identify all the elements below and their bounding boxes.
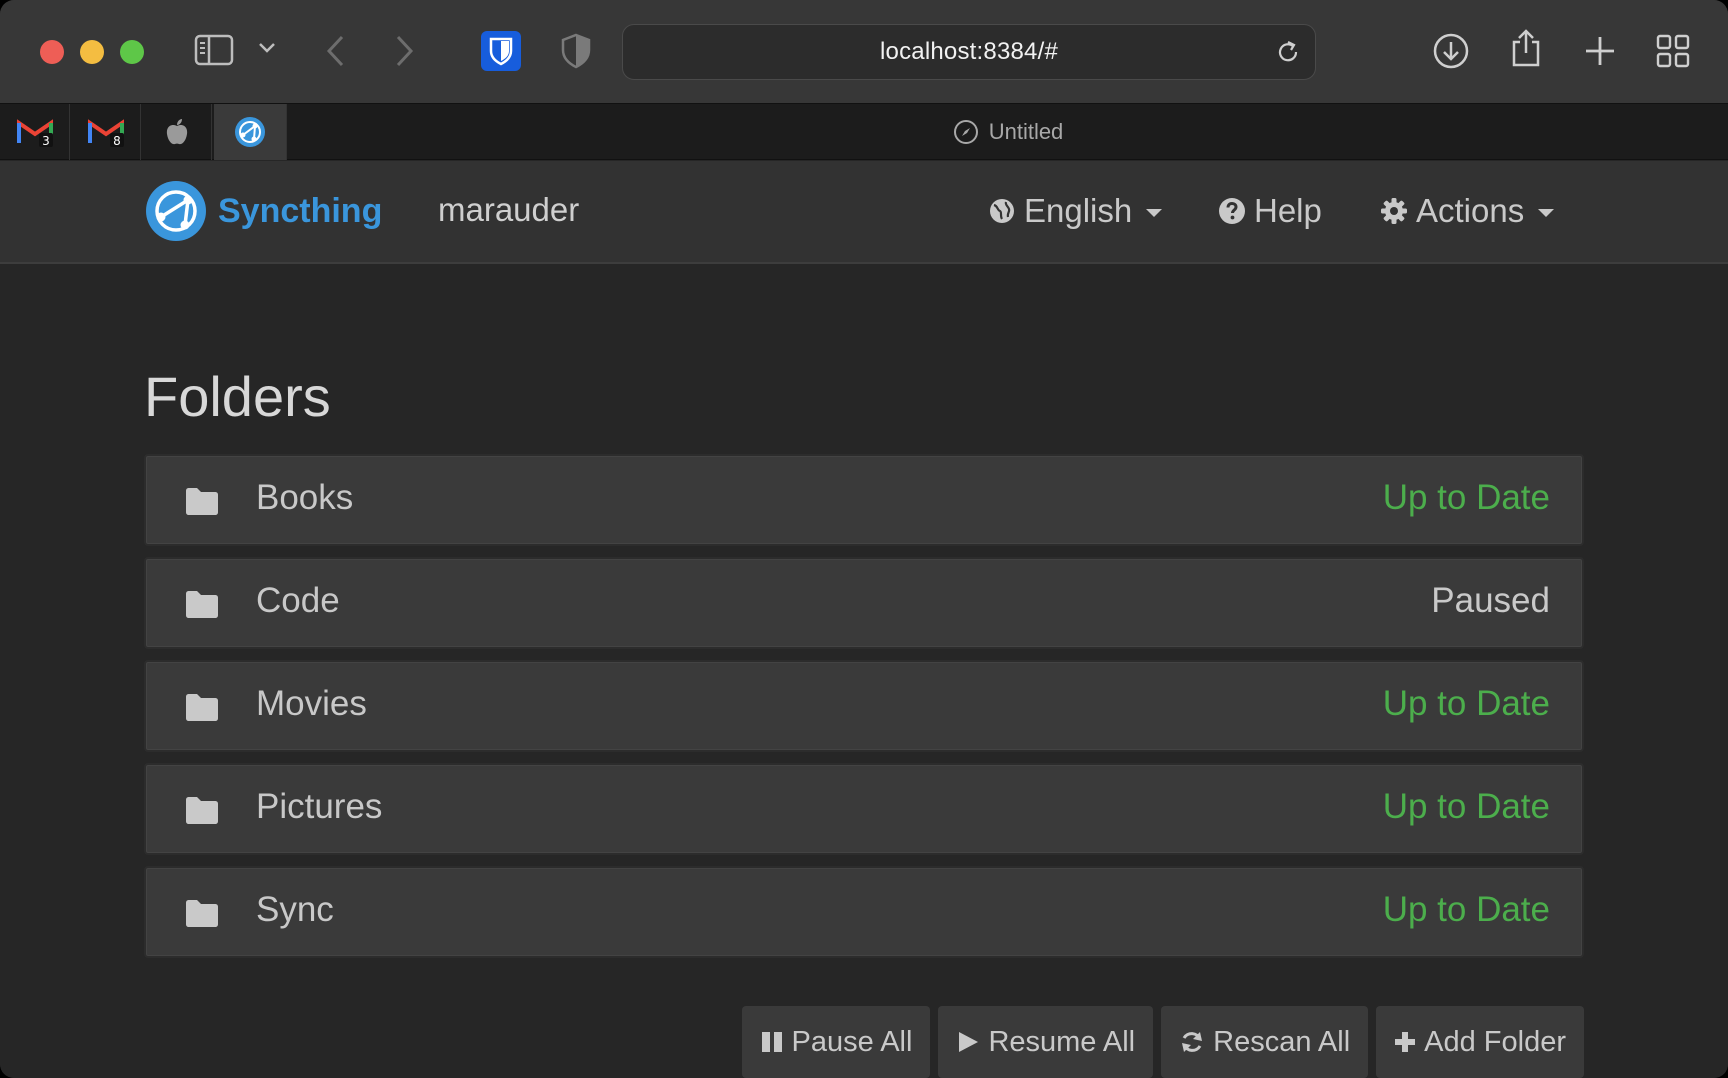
chevron-down-icon[interactable] [258, 42, 276, 54]
folder-name: Books [256, 478, 354, 517]
folder-row[interactable]: Pictures Up to Date [144, 763, 1584, 855]
minimize-window-button[interactable] [80, 40, 104, 64]
new-tab-icon[interactable] [1584, 35, 1616, 67]
question-circle-icon [1219, 198, 1245, 224]
resume-all-label: Resume All [988, 1025, 1136, 1058]
help-label: Help [1254, 192, 1322, 229]
sidebar-toggle-icon[interactable] [194, 34, 234, 66]
folder-icon [186, 797, 218, 824]
plus-icon [1395, 1032, 1416, 1052]
folder-actions: Pause All Resume All Rescan All Add Fold… [741, 1006, 1584, 1078]
tab-title-text: Untitled [988, 119, 1064, 144]
gmail-icon: 8 [87, 119, 124, 147]
play-icon [959, 1032, 979, 1052]
apple-icon [166, 119, 187, 145]
share-icon[interactable] [1510, 28, 1542, 68]
privacy-shield-icon[interactable] [560, 33, 592, 69]
forward-icon[interactable] [394, 34, 416, 68]
actions-label: Actions [1416, 192, 1525, 229]
pinned-tab-syncthing[interactable] [214, 104, 287, 160]
pause-all-label: Pause All [791, 1025, 913, 1058]
syncthing-icon [235, 117, 265, 147]
pause-all-button[interactable]: Pause All [741, 1006, 931, 1078]
gmail-icon: 3 [16, 119, 53, 147]
folders-heading: Folders [144, 365, 331, 428]
tab-untitled[interactable]: Untitled [288, 104, 1728, 160]
folder-icon [186, 900, 218, 927]
reload-icon[interactable] [1275, 39, 1301, 70]
address-bar[interactable]: localhost:8384/# [622, 24, 1316, 80]
actions-dropdown[interactable]: Actions [1380, 185, 1555, 237]
pinned-tab-gmail-2[interactable]: 8 [71, 104, 141, 160]
folder-row[interactable]: Sync Up to Date [144, 866, 1584, 958]
device-name: marauder [438, 191, 580, 228]
syncthing-navbar: Syncthing marauder English Help Actions [0, 161, 1728, 264]
folder-icon [186, 591, 218, 618]
folder-list: Books Up to Date Code Paused Movies Up t… [144, 454, 1584, 969]
language-label: English [1024, 192, 1133, 229]
download-icon[interactable] [1432, 32, 1470, 70]
folder-status: Up to Date [1382, 890, 1550, 929]
back-icon[interactable] [324, 34, 346, 68]
add-folder-button[interactable]: Add Folder [1376, 1006, 1584, 1078]
folder-row[interactable]: Movies Up to Date [144, 660, 1584, 752]
brand-name: Syncthing [218, 191, 383, 230]
folder-icon [186, 694, 218, 721]
bitwarden-shield-icon[interactable] [481, 31, 521, 71]
gear-icon [1381, 198, 1407, 224]
add-folder-label: Add Folder [1424, 1025, 1566, 1058]
syncthing-brand[interactable]: Syncthing [144, 177, 382, 245]
caret-down-icon [1146, 209, 1163, 217]
folder-row[interactable]: Code Paused [144, 557, 1584, 649]
folder-name: Code [256, 581, 340, 620]
close-window-button[interactable] [40, 40, 64, 64]
gmail-badge: 3 [42, 134, 50, 147]
tab-overview-icon[interactable] [1656, 34, 1690, 68]
main-content: Folders Books Up to Date Code Paused Mov… [0, 266, 1728, 1078]
folder-name: Pictures [256, 787, 383, 826]
refresh-icon [1182, 1032, 1203, 1052]
language-dropdown[interactable]: English [988, 185, 1163, 237]
globe-icon [990, 199, 1014, 223]
folder-name: Sync [256, 890, 334, 929]
folder-name: Movies [256, 684, 367, 723]
caret-down-icon [1538, 209, 1555, 217]
browser-toolbar: localhost:8384/# [0, 0, 1728, 104]
pinned-tab-apple[interactable] [142, 104, 212, 160]
zoom-window-button[interactable] [120, 40, 144, 64]
rescan-all-button[interactable]: Rescan All [1161, 1006, 1369, 1078]
rescan-all-label: Rescan All [1213, 1025, 1351, 1058]
tab-strip: 3 8 Untitled [0, 104, 1728, 160]
folder-status: Up to Date [1382, 787, 1550, 826]
folder-row[interactable]: Books Up to Date [144, 454, 1584, 546]
url-text: localhost:8384/# [880, 38, 1058, 65]
resume-all-button[interactable]: Resume All [938, 1006, 1154, 1078]
syncthing-logo-icon [146, 181, 206, 241]
pinned-tab-gmail[interactable]: 3 [0, 104, 70, 160]
folder-status: Paused [1431, 581, 1550, 620]
browser-window: localhost:8384/# 3 8 Untitled Syncthing … [0, 0, 1728, 1078]
folder-icon [186, 488, 218, 515]
folder-status: Up to Date [1382, 478, 1550, 517]
folder-status: Up to Date [1382, 684, 1550, 723]
pause-icon [761, 1032, 782, 1052]
gmail-badge: 8 [113, 134, 121, 147]
compass-icon [953, 120, 978, 144]
help-link[interactable]: Help [1218, 185, 1322, 237]
